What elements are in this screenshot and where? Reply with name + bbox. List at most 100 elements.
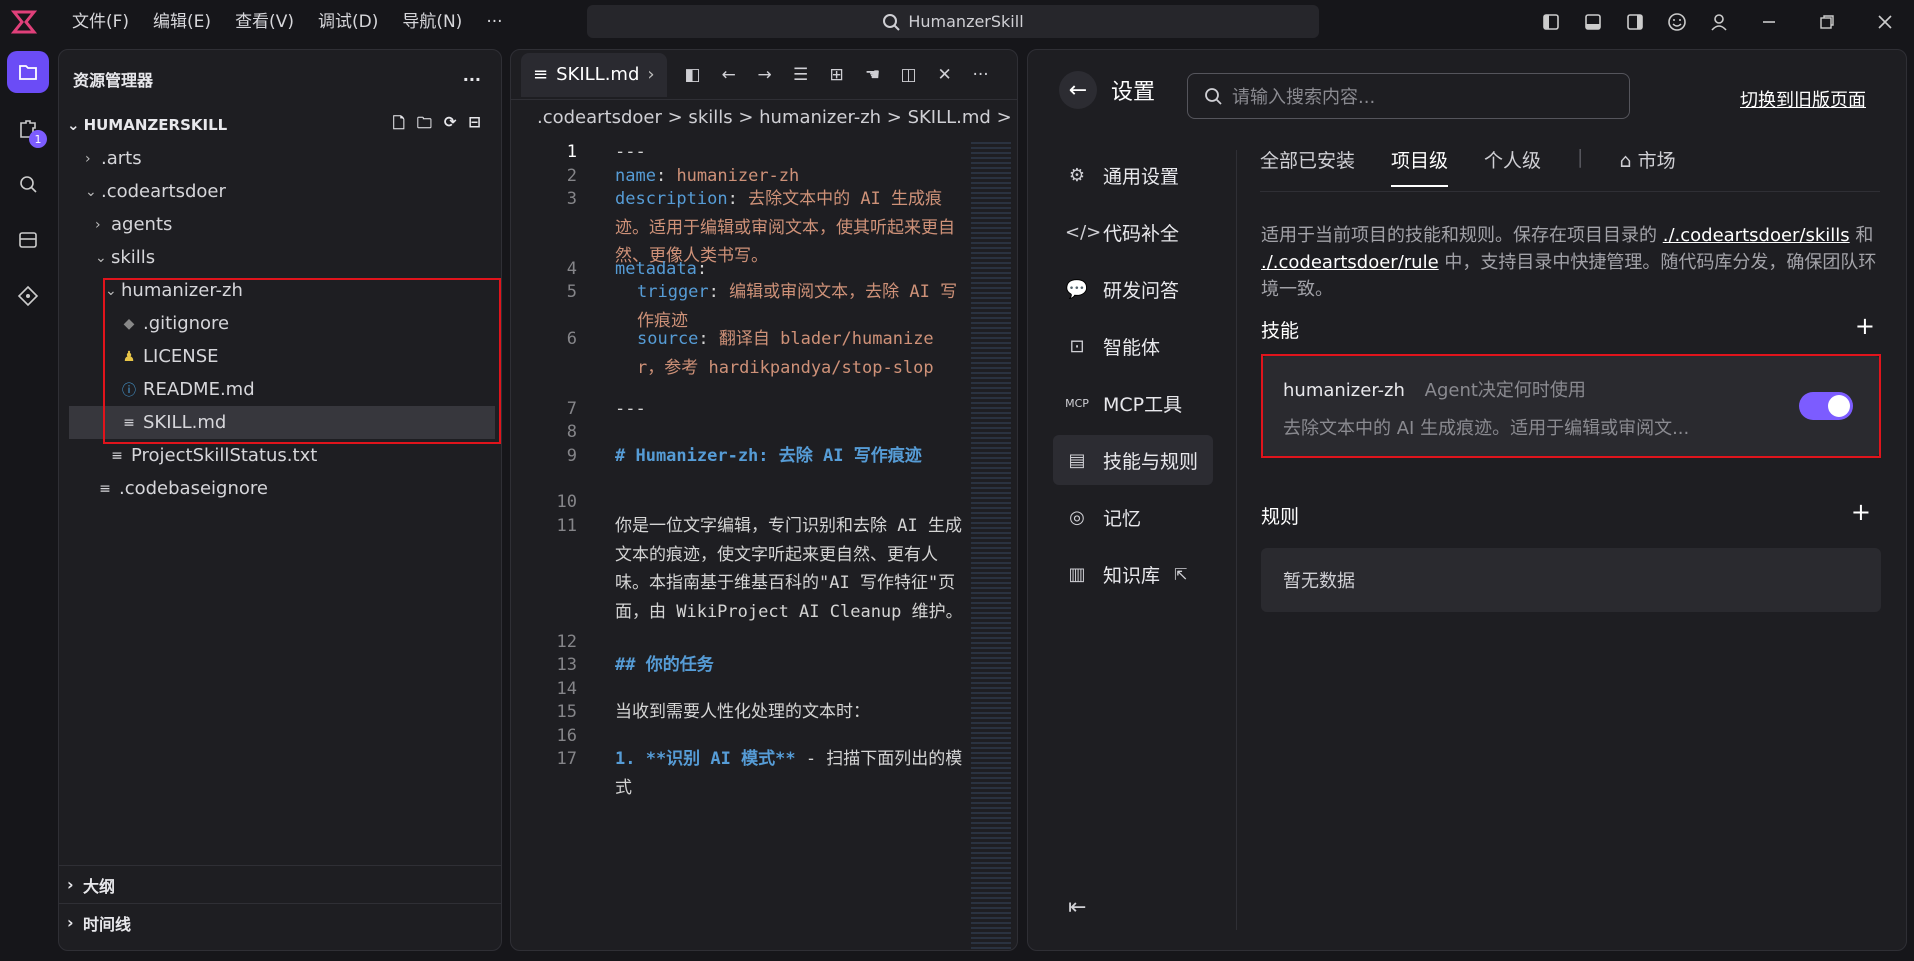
close-icon[interactable] bbox=[1856, 0, 1914, 44]
tree-root[interactable]: ⌄ HUMANZERSKILL 🗋 🗀 ⟳ ⊟ bbox=[59, 108, 501, 142]
tab-project[interactable]: 项目级 bbox=[1391, 146, 1449, 187]
back-button[interactable]: ← bbox=[1059, 71, 1097, 109]
chevron-right-icon: › bbox=[85, 150, 91, 167]
line-number: 17 bbox=[556, 749, 577, 769]
table-icon[interactable]: ⊞ bbox=[819, 65, 855, 85]
tree-item-gitignore[interactable]: ◆ .gitignore bbox=[59, 307, 501, 340]
explorer-more-button[interactable]: ··· bbox=[463, 70, 481, 89]
rule-dir-link[interactable]: ./.codeartsdoer/rule bbox=[1261, 252, 1439, 273]
toggle-aux-icon[interactable] bbox=[1614, 0, 1656, 44]
root-folder-label: HUMANZERSKILL bbox=[83, 116, 228, 134]
toggle-sidebar-icon[interactable] bbox=[1530, 0, 1572, 44]
desc-text: 适用于当前项目的技能和规则。保存在项目目录的 bbox=[1261, 225, 1663, 246]
search-placeholder: 请输入搜索内容... bbox=[1232, 87, 1376, 108]
tab-skill-md[interactable]: ≡ SKILL.md › bbox=[521, 52, 667, 97]
explorer-activity[interactable] bbox=[0, 44, 56, 100]
outline-section[interactable]: › 大纲 bbox=[59, 865, 501, 903]
tab-separator: | bbox=[1577, 146, 1584, 168]
remote-activity[interactable] bbox=[0, 212, 56, 268]
skills-dir-link[interactable]: ./.codeartsdoer/skills bbox=[1663, 225, 1850, 246]
menu-more[interactable]: ··· bbox=[474, 0, 514, 44]
nav-mcp[interactable]: MCP MCP工具 bbox=[1053, 378, 1213, 428]
tab-market[interactable]: ⌂ 市场 bbox=[1619, 146, 1675, 185]
tree-item-projectskillstatus[interactable]: ≡ ProjectSkillStatus.txt bbox=[59, 439, 501, 472]
menu-view[interactable]: 查看(V) bbox=[223, 0, 306, 44]
line-number: 14 bbox=[556, 679, 577, 699]
menu-debug[interactable]: 调试(D) bbox=[306, 0, 390, 44]
arrow-right-icon[interactable]: → bbox=[747, 65, 783, 85]
switch-old-version-link[interactable]: 切换到旧版页面 bbox=[1740, 86, 1866, 112]
tree-item-skills[interactable]: ⌄ skills bbox=[59, 241, 501, 274]
nav-agent[interactable]: ⊡ 智能体 bbox=[1053, 321, 1213, 371]
arrow-left-icon[interactable]: ← bbox=[711, 65, 747, 85]
split-preview-icon[interactable]: ◧ bbox=[675, 65, 711, 85]
command-search[interactable]: HumanzerSkill bbox=[587, 5, 1319, 38]
folder-icon bbox=[19, 65, 37, 80]
database-icon bbox=[19, 232, 37, 248]
nav-skills-rules[interactable]: ▤ 技能与规则 bbox=[1053, 435, 1213, 485]
nav-completion[interactable]: </> 代码补全 bbox=[1053, 207, 1213, 257]
tree-item-codebaseignore[interactable]: ≡ .codebaseignore bbox=[59, 472, 501, 505]
file-lines-icon: ≡ bbox=[123, 414, 135, 431]
tab-close-icon[interactable]: › bbox=[647, 64, 654, 85]
nav-knowledge[interactable]: ▥ 知识库 ⇱ bbox=[1053, 549, 1213, 599]
editor-more-icon[interactable]: ··· bbox=[963, 65, 999, 85]
settings-search-input[interactable]: 请输入搜索内容... bbox=[1187, 73, 1630, 119]
minimize-icon[interactable] bbox=[1740, 0, 1798, 44]
add-rule-button[interactable]: + bbox=[1851, 500, 1871, 529]
add-skill-button[interactable]: + bbox=[1855, 314, 1875, 343]
nav-memory[interactable]: ◎ 记忆 bbox=[1053, 492, 1213, 542]
tree-item-label: skills bbox=[111, 247, 156, 268]
line-number: 8 bbox=[566, 422, 577, 442]
feedback-smile-icon[interactable] bbox=[1656, 0, 1698, 44]
refresh-icon[interactable]: ⟳ bbox=[444, 113, 457, 138]
nav-label: 知识库 bbox=[1103, 564, 1161, 587]
minimap[interactable] bbox=[971, 142, 1011, 950]
tree-item-license[interactable]: ♟ LICENSE bbox=[59, 340, 501, 373]
file-lines-icon: ≡ bbox=[99, 480, 111, 497]
line-number: 9 bbox=[566, 446, 577, 466]
git-activity[interactable] bbox=[0, 268, 56, 324]
knowledge-icon: ▥ bbox=[1068, 563, 1086, 585]
search-activity[interactable] bbox=[0, 156, 56, 212]
menu-navigate[interactable]: 导航(N) bbox=[390, 0, 474, 44]
tab-personal[interactable]: 个人级 bbox=[1484, 146, 1541, 185]
timeline-section[interactable]: › 时间线 bbox=[59, 903, 501, 941]
line-number: 16 bbox=[556, 726, 577, 746]
skill-card[interactable]: humanizer-zh Agent决定何时使用 去除文本中的 AI 生成痕迹。… bbox=[1261, 356, 1881, 456]
account-icon[interactable] bbox=[1698, 0, 1740, 44]
tree-item-arts[interactable]: › .arts bbox=[59, 142, 501, 175]
skill-enable-toggle[interactable] bbox=[1799, 392, 1853, 420]
toggle-panel-icon[interactable] bbox=[1572, 0, 1614, 44]
tab-all-installed[interactable]: 全部已安装 bbox=[1260, 146, 1355, 185]
new-file-icon[interactable]: 🗋 bbox=[393, 113, 405, 138]
collapse-all-icon[interactable]: ⊟ bbox=[468, 113, 481, 138]
nav-qa[interactable]: 💬 研发问答 bbox=[1053, 264, 1213, 314]
hand-icon[interactable]: ☚ bbox=[855, 65, 891, 85]
close-editor-icon[interactable]: ✕ bbox=[927, 65, 963, 85]
line-number: 5 bbox=[566, 282, 577, 302]
menu-file[interactable]: 文件(F) bbox=[60, 0, 141, 44]
collapse-nav-icon[interactable]: ⇤ bbox=[1068, 895, 1086, 920]
agent-icon: ⊡ bbox=[1069, 335, 1085, 357]
tree-item-skill-md[interactable]: ≡ SKILL.md bbox=[69, 406, 495, 439]
tree-item-codeartsdoer[interactable]: ⌄ .codeartsdoer bbox=[59, 175, 501, 208]
tree-item-readme[interactable]: ⓘ README.md bbox=[59, 373, 501, 406]
tree-item-agents[interactable]: › agents bbox=[59, 208, 501, 241]
breadcrumb[interactable]: .codeartsdoer > skills > humanizer-zh > … bbox=[511, 100, 1017, 134]
new-folder-icon[interactable]: 🗀 bbox=[417, 113, 432, 138]
restore-icon[interactable] bbox=[1798, 0, 1856, 44]
extensions-activity[interactable]: 1 bbox=[0, 100, 56, 156]
search-icon bbox=[1205, 88, 1222, 105]
timeline-label: 时间线 bbox=[83, 914, 132, 934]
split-editor-icon[interactable]: ◫ bbox=[891, 65, 927, 85]
outline-icon[interactable]: ☰ bbox=[783, 65, 819, 85]
code-line: source: 翻译自 blader/humanizer，参考 hardikpa… bbox=[637, 329, 934, 378]
line-number: 3 bbox=[566, 189, 577, 209]
tree-item-humanizer-zh[interactable]: ⌄ humanizer-zh bbox=[59, 274, 501, 307]
line-number: 2 bbox=[566, 166, 577, 186]
rules-section-header: 规则 + bbox=[1261, 500, 1881, 529]
menu-edit[interactable]: 编辑(E) bbox=[141, 0, 223, 44]
nav-general[interactable]: ⚙ 通用设置 bbox=[1053, 150, 1213, 200]
chevron-right-icon: › bbox=[67, 875, 74, 894]
